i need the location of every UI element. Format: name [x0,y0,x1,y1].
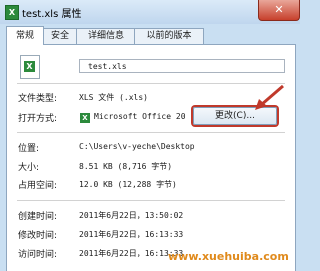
size-label: 大小: [18,163,40,173]
red-arrow-annotation [255,84,284,110]
excel-app-icon: X [80,113,90,123]
size-value: 8.51 KB (8,716 字节) [79,162,173,171]
location-value: C:\Users\v-yeche\Desktop [79,142,195,151]
modified-label: 修改时间: [18,231,58,241]
size-on-disk-label: 占用空间: [18,181,58,191]
file-type-value: XLS 文件 (.xls) [79,93,148,102]
excel-file-large-icon: X [20,55,40,79]
opens-with-label: 打开方式: [18,114,58,124]
size-on-disk-value: 12.0 KB (12,288 字节) [79,180,177,189]
accessed-label: 访问时间: [18,250,58,260]
excel-badge-icon: X [24,61,35,72]
title-bar: X test.xls 属性 ✕ [0,0,300,24]
close-button[interactable]: ✕ [258,0,300,21]
watermark: www.xuehuiba.com [168,250,289,263]
divider [17,83,285,84]
created-label: 创建时间: [18,212,58,222]
location-label: 位置: [18,144,40,154]
modified-value: 2011年6月22日，16:13:33 [79,230,184,239]
window-title: test.xls 属性 [22,9,82,20]
file-name-field[interactable]: test.xls [79,59,285,73]
divider [17,132,285,133]
tab-security[interactable]: 安全 [42,28,78,44]
file-type-label: 文件类型: [18,94,58,104]
tab-previous-versions[interactable]: 以前的版本 [134,28,204,44]
opens-with-value: Microsoft Office 20 [94,112,186,121]
tab-details[interactable]: 详细信息 [76,28,136,44]
excel-file-icon: X [5,5,19,20]
divider [17,200,285,201]
tab-general[interactable]: 常规 [6,26,44,45]
general-panel: X test.xls 文件类型: XLS 文件 (.xls) 打开方式: X M… [6,44,296,271]
created-value: 2011年6月22日，13:50:02 [79,211,184,220]
